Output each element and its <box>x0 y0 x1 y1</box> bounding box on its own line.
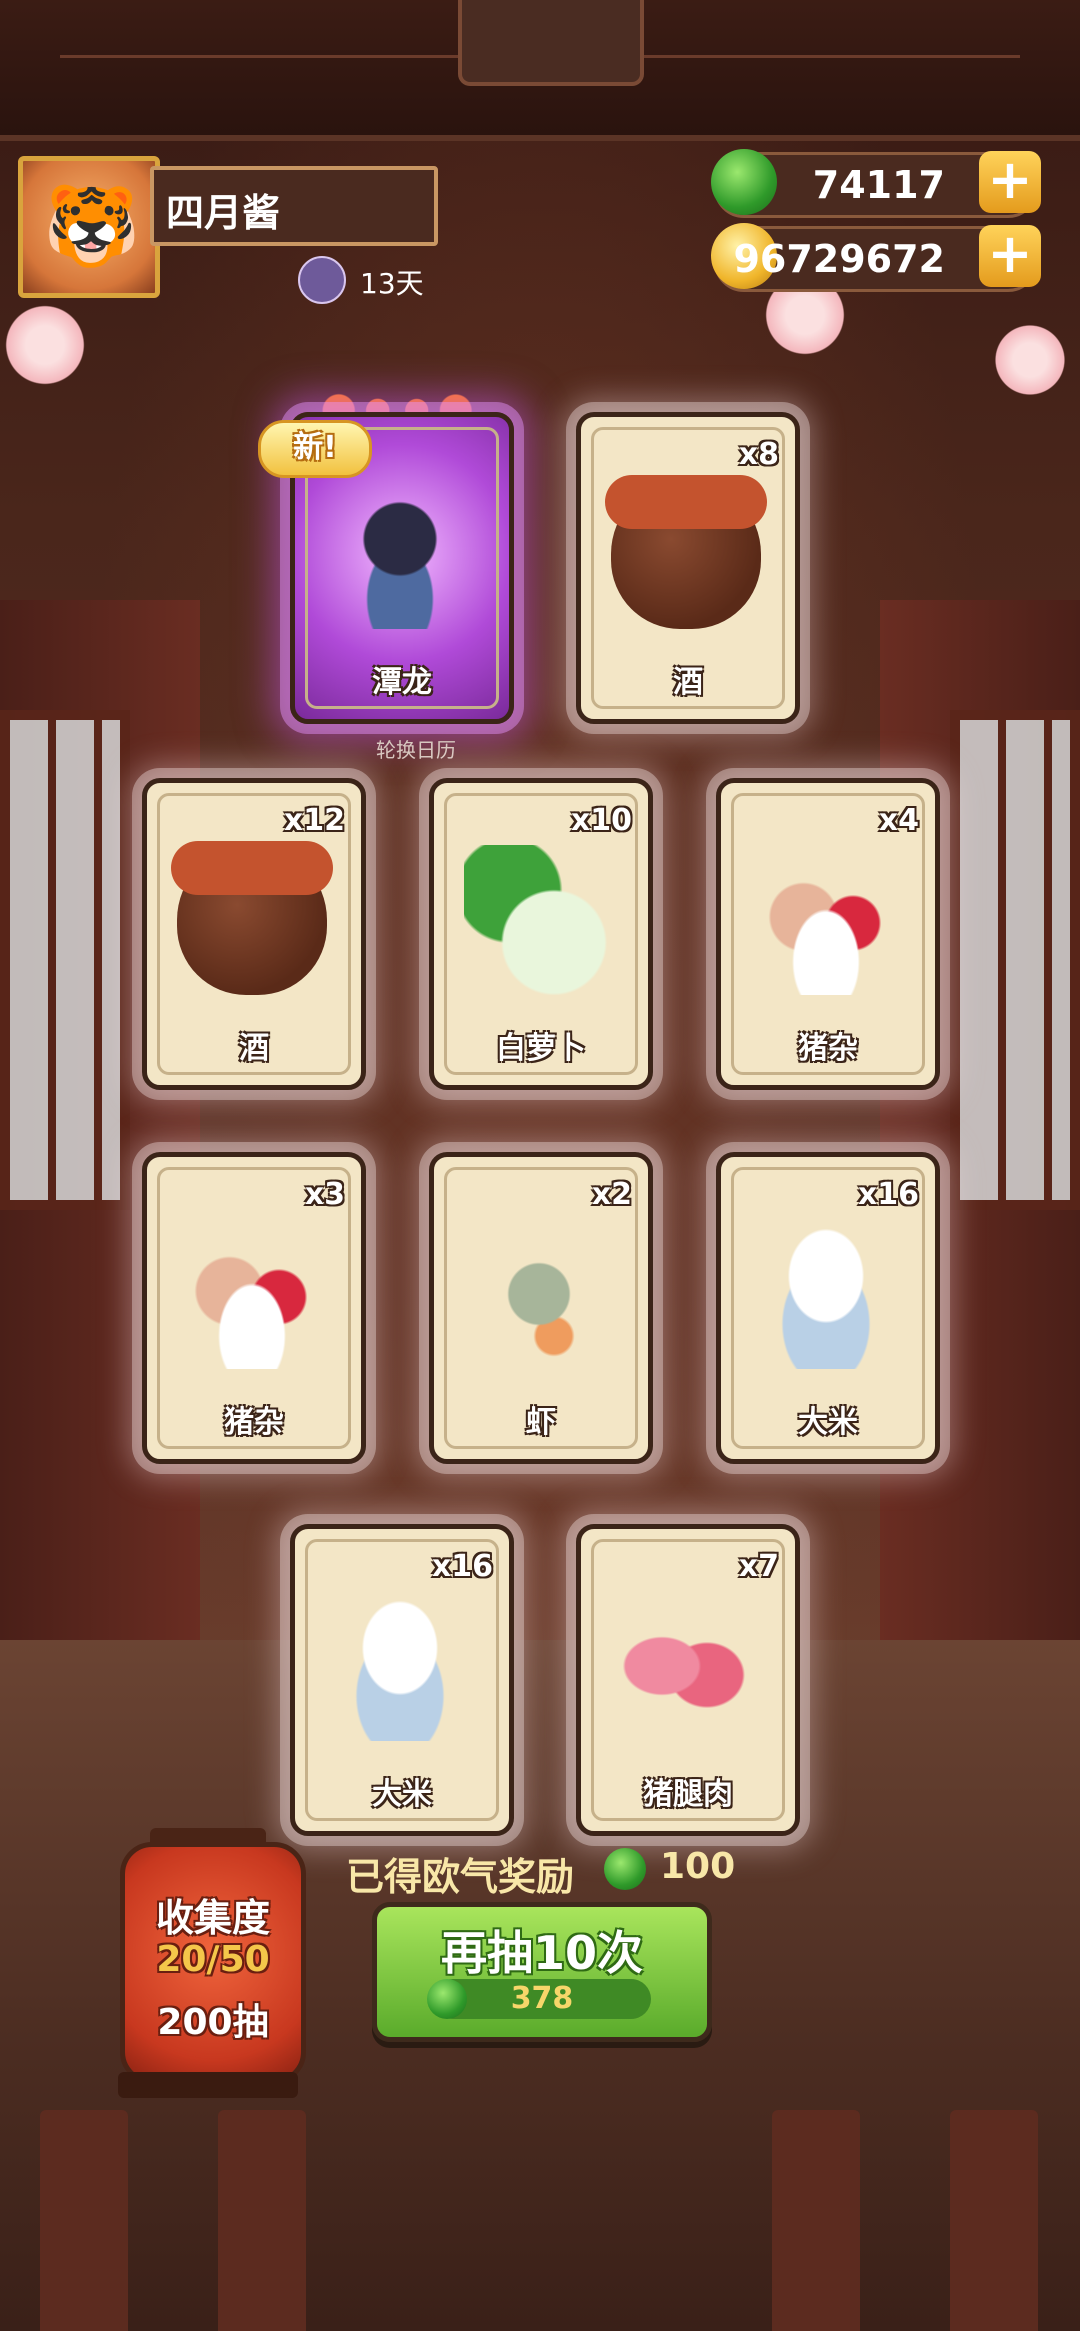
radish-icon <box>464 845 614 995</box>
card-label: 酒 <box>673 665 703 700</box>
blossom-decoration <box>0 300 90 390</box>
result-card[interactable]: x16 大米 <box>290 1524 514 1836</box>
rice-bowl-icon <box>751 1219 901 1369</box>
fence-post <box>218 2110 306 2331</box>
card-label: 大米 <box>372 1777 432 1812</box>
card-label: 猪杂 <box>798 1031 858 1066</box>
card-label: 白萝卜 <box>496 1031 586 1066</box>
rotation-calendar-label: 轮换日历 <box>376 738 456 762</box>
pork-offal-icon <box>177 1219 327 1369</box>
gold-counter: 96729672 + <box>711 223 1041 292</box>
add-gems-button[interactable]: + <box>979 151 1041 213</box>
collection-draws: 200抽 <box>157 2002 269 2043</box>
lantern-base <box>118 2072 298 2098</box>
gem-icon <box>711 149 777 215</box>
card-label: 酒 <box>239 1031 269 1066</box>
player-avatar[interactable]: 🐯 <box>18 156 160 298</box>
gem-value: 74117 <box>812 163 945 207</box>
player-name: 四月酱 <box>166 191 281 235</box>
calendar-avatar-icon <box>298 256 346 304</box>
card-quantity: x3 <box>304 1177 345 1212</box>
result-card[interactable]: x4 猪杂 <box>716 778 940 1090</box>
shrimp-icon <box>464 1219 614 1369</box>
card-quantity: x16 <box>857 1177 919 1212</box>
reward-value: 100 <box>660 1846 736 1887</box>
fence-post <box>772 2110 860 2331</box>
tiger-icon: 🐯 <box>43 182 141 272</box>
gold-value: 96729672 <box>733 237 945 281</box>
reward-label: 已得欧气奖励 <box>346 1855 575 1899</box>
card-label: 虾 <box>526 1405 556 1440</box>
card-label: 猪腿肉 <box>643 1777 733 1812</box>
card-label: 潭龙 <box>372 665 432 700</box>
hanging-scroll <box>458 0 644 86</box>
card-quantity: x8 <box>738 437 779 472</box>
card-quantity: x4 <box>878 803 919 838</box>
draw-ten-button[interactable]: 再抽10次 378 <box>372 1902 712 2042</box>
card-quantity: x7 <box>738 1549 779 1584</box>
card-quantity: x10 <box>570 803 632 838</box>
draw-cost-bar: 378 <box>427 1979 651 2019</box>
gem-counter: 74117 + <box>711 149 1041 218</box>
rice-bowl-icon <box>325 1591 475 1741</box>
collection-title: 收集度 <box>155 1896 270 1940</box>
pork-offal-icon <box>751 845 901 995</box>
result-card[interactable]: x2 虾 <box>429 1152 653 1464</box>
new-badge: 新! <box>258 420 372 478</box>
card-label: 猪杂 <box>224 1405 284 1440</box>
right-window-lattice <box>950 710 1080 1210</box>
top-shelf <box>0 0 1080 141</box>
card-quantity: x2 <box>591 1177 632 1212</box>
result-card[interactable]: x10 白萝卜 <box>429 778 653 1090</box>
gem-icon <box>604 1848 646 1890</box>
result-card[interactable]: x8 酒 <box>576 412 800 724</box>
card-label: 大米 <box>798 1405 858 1440</box>
blossom-decoration <box>990 320 1070 400</box>
card-quantity: x12 <box>283 803 345 838</box>
login-days: 13天 <box>360 267 424 300</box>
dragon-icon <box>325 479 475 629</box>
wine-jar-icon <box>605 475 767 629</box>
player-name-box[interactable]: 四月酱 <box>150 166 438 246</box>
collection-lantern[interactable]: 收集度 20/50 200抽 <box>120 1842 306 2084</box>
wine-jar-icon <box>171 841 333 995</box>
draw-cost: 378 <box>510 1981 574 2016</box>
result-card[interactable]: x16 大米 <box>716 1152 940 1464</box>
collection-progress: 20/50 <box>156 1939 270 1980</box>
result-card[interactable]: x3 猪杂 <box>142 1152 366 1464</box>
left-window-lattice <box>0 710 130 1210</box>
result-card[interactable]: x7 猪腿肉 <box>576 1524 800 1836</box>
result-card[interactable]: x12 酒 <box>142 778 366 1090</box>
card-quantity: x16 <box>431 1549 493 1584</box>
draw-button-label: 再抽10次 <box>440 1926 643 1980</box>
pork-leg-icon <box>611 1591 761 1741</box>
fence-post <box>950 2110 1038 2331</box>
fence-post <box>40 2110 128 2331</box>
add-gold-button[interactable]: + <box>979 225 1041 287</box>
